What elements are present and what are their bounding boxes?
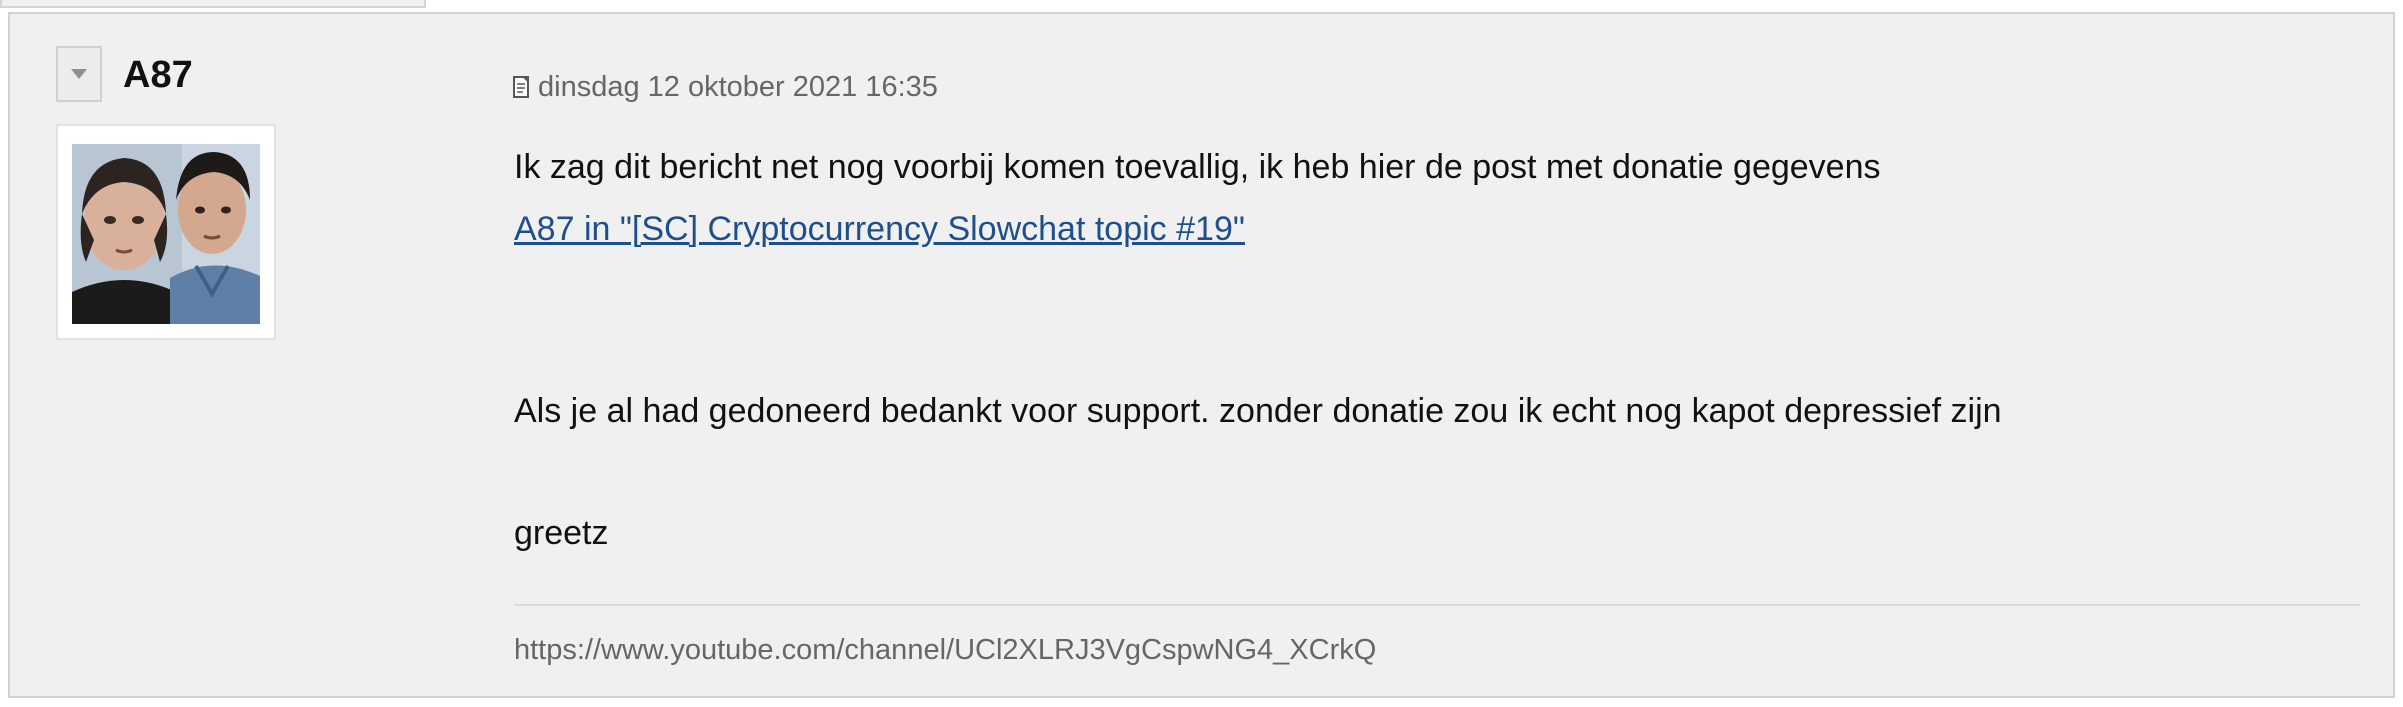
triangle-down-icon [71,69,87,79]
signature-text: https://www.youtube.com/channel/UCl2XLRJ… [514,634,1377,666]
avatar-image [72,144,260,324]
avatar[interactable] [56,124,276,340]
forum-post: A87 dinsdag 12 oktober 2021 16:35 Ik zag… [8,12,2395,698]
previous-post-edge [0,0,426,8]
post-text-line: Ik zag dit bericht net nog voorbij komen… [514,148,1881,186]
signature-divider [514,604,2360,606]
document-icon[interactable] [512,75,532,101]
post-meta: dinsdag 12 oktober 2021 16:35 [512,71,938,104]
quote-link[interactable]: A87 in "[SC] Cryptocurrency Slowchat top… [514,210,1245,249]
post-text-line: greetz [514,514,609,552]
post-date[interactable]: dinsdag 12 oktober 2021 16:35 [538,71,938,104]
collapse-toggle-button[interactable] [56,46,102,102]
post-text-line: Als je al had gedoneerd bedankt voor sup… [514,392,2002,430]
username[interactable]: A87 [123,56,193,94]
